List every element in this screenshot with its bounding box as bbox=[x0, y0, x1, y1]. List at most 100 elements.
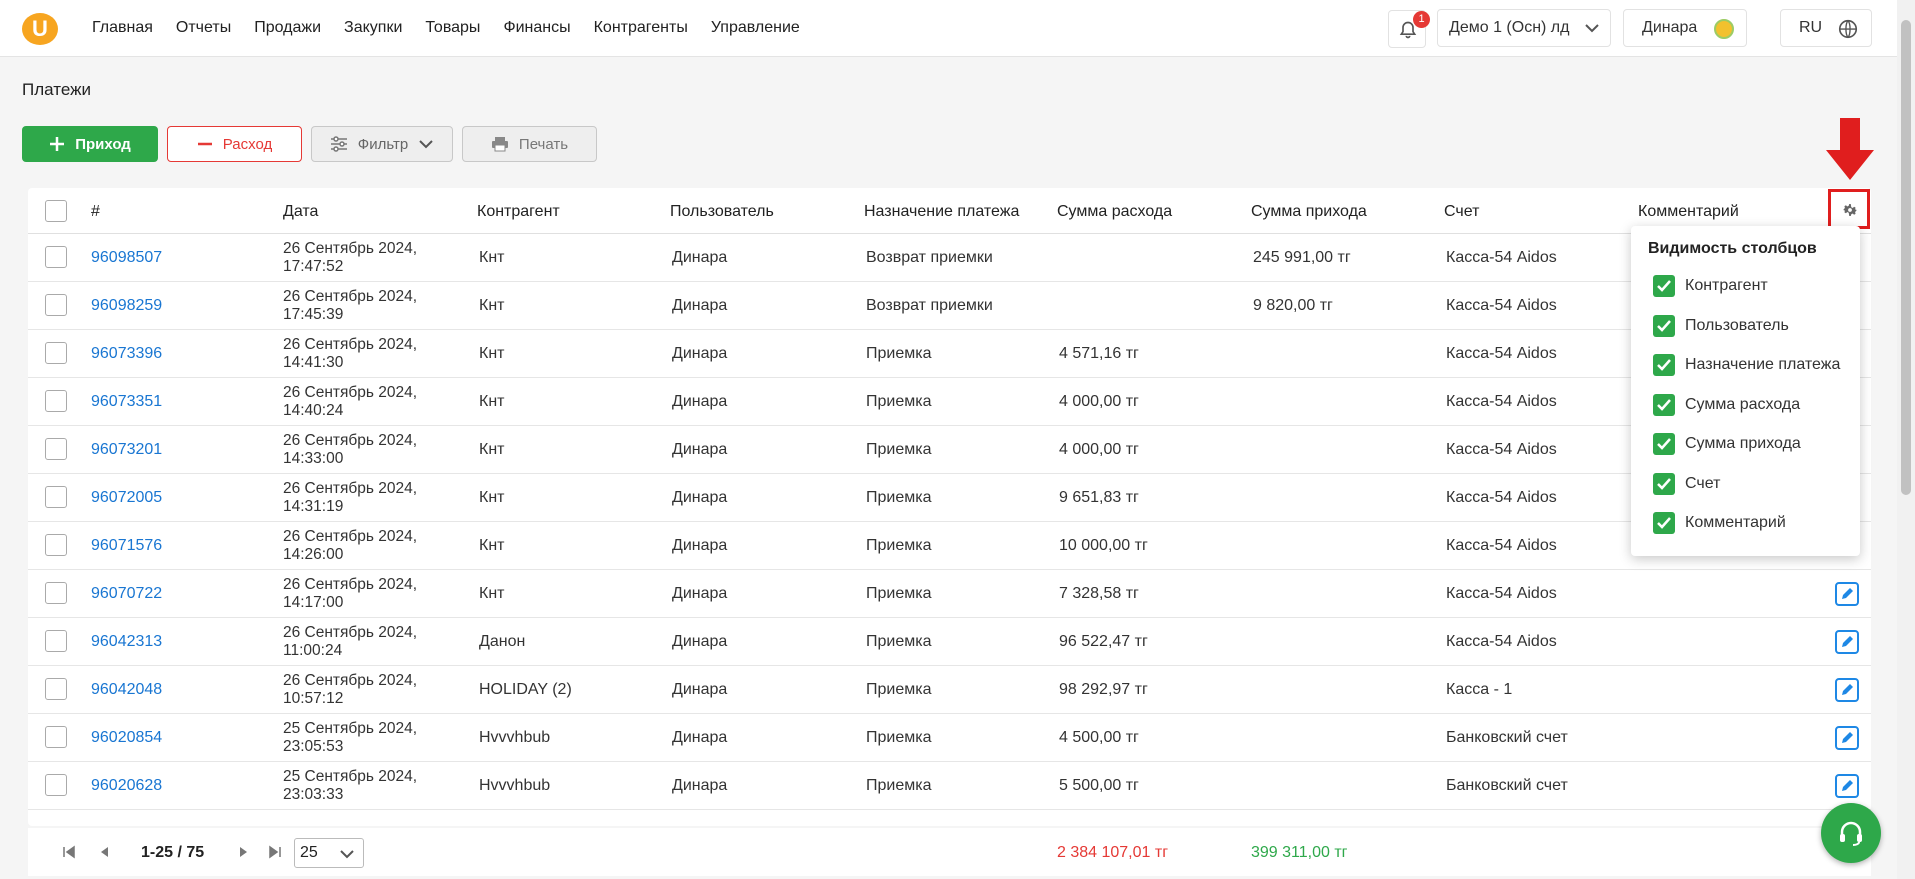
first-page-icon[interactable] bbox=[62, 845, 76, 859]
column-header-purpose[interactable]: Назначение платежа bbox=[864, 203, 1019, 221]
row-checkbox[interactable] bbox=[45, 390, 67, 412]
column-header-date[interactable]: Дата bbox=[283, 203, 318, 221]
column-toggle-checkbox[interactable] bbox=[1653, 512, 1675, 534]
page-scrollbar[interactable] bbox=[1897, 0, 1915, 879]
filter-button[interactable]: Фильтр bbox=[311, 126, 453, 162]
column-header-account[interactable]: Счет bbox=[1444, 203, 1479, 221]
last-page-icon[interactable] bbox=[268, 845, 282, 859]
edit-button[interactable] bbox=[1835, 582, 1859, 606]
account-cell: Касса-54 Aidos bbox=[1446, 585, 1557, 602]
add-income-button[interactable]: Приход bbox=[22, 126, 158, 162]
company-selector[interactable]: Демо 1 (Осн) лд bbox=[1437, 9, 1611, 47]
column-toggle-checkbox[interactable] bbox=[1653, 275, 1675, 297]
contractor-cell: Данон bbox=[479, 633, 526, 650]
row-checkbox[interactable] bbox=[45, 246, 67, 268]
column-toggle-label: Сумма расхода bbox=[1685, 395, 1801, 413]
payment-id-link[interactable]: 96042048 bbox=[91, 681, 162, 699]
row-checkbox[interactable] bbox=[45, 678, 67, 700]
column-toggle-checkbox[interactable] bbox=[1653, 393, 1675, 416]
edit-button[interactable] bbox=[1835, 774, 1859, 798]
payment-id-link[interactable]: 96098259 bbox=[91, 297, 162, 315]
payment-id-link[interactable]: 96072005 bbox=[91, 489, 162, 507]
page-size-select[interactable]: 25 bbox=[294, 838, 364, 868]
column-toggle-item[interactable]: Счет bbox=[1653, 472, 1720, 496]
column-toggle-item[interactable]: Пользователь bbox=[1653, 314, 1789, 338]
pencil-icon bbox=[1842, 684, 1853, 695]
column-toggle-label: Счет bbox=[1685, 474, 1721, 492]
column-toggle-label: Сумма прихода bbox=[1685, 435, 1801, 452]
purpose-cell: Возврат приемки bbox=[866, 297, 993, 314]
nav-item-sales[interactable]: Продажи bbox=[254, 19, 321, 37]
nav-item-reports[interactable]: Отчеты bbox=[176, 19, 231, 37]
column-toggle-item[interactable]: Сумма прихода bbox=[1653, 432, 1801, 456]
main-nav: Главная Отчеты Продажи Закупки Товары Фи… bbox=[92, 19, 800, 37]
payment-id-link[interactable]: 96098507 bbox=[91, 249, 162, 267]
scrollbar-thumb[interactable] bbox=[1901, 20, 1911, 495]
column-toggle-checkbox[interactable] bbox=[1653, 314, 1675, 337]
column-toggle-checkbox[interactable] bbox=[1653, 472, 1675, 495]
payment-id-link[interactable]: 96020854 bbox=[91, 729, 162, 747]
expense-cell: 98 292,97 тг bbox=[1059, 681, 1148, 698]
column-toggle-item[interactable]: Комментарий bbox=[1653, 511, 1786, 535]
add-expense-button[interactable]: Расход bbox=[167, 126, 302, 162]
payment-id-link[interactable]: 96073201 bbox=[91, 441, 162, 459]
payment-time-line: 14:17:00 bbox=[283, 594, 344, 611]
column-header-expense[interactable]: Сумма расхода bbox=[1057, 203, 1172, 221]
nav-item-home[interactable]: Главная bbox=[92, 19, 153, 37]
user-cell: Динара bbox=[672, 441, 728, 458]
column-header-user[interactable]: Пользователь bbox=[670, 203, 774, 221]
contractor-cell: Кнт bbox=[479, 297, 505, 314]
user-cell: Динара bbox=[672, 777, 728, 794]
language-selector[interactable]: RU bbox=[1780, 9, 1872, 47]
column-toggle-checkbox[interactable] bbox=[1653, 354, 1675, 376]
payment-date-line: 26 Сентябрь 2024, bbox=[283, 288, 418, 305]
column-toggle-checkbox[interactable] bbox=[1653, 433, 1675, 455]
table-row: 96070722 26 Сентябрь 2024, 14:17:00 Кнт Дина… bbox=[28, 570, 1871, 618]
payment-id-link[interactable]: 96073351 bbox=[91, 393, 162, 411]
payment-date: 26 Сентябрь 2024, 14:40:24 bbox=[283, 384, 417, 420]
nav-item-purchases[interactable]: Закупки bbox=[344, 19, 402, 37]
payment-date-line: 26 Сентябрь 2024, bbox=[283, 240, 418, 257]
nav-item-management[interactable]: Управление bbox=[711, 19, 800, 37]
row-checkbox[interactable] bbox=[45, 630, 67, 652]
checkmark-icon bbox=[1657, 359, 1671, 371]
row-checkbox[interactable] bbox=[45, 294, 67, 316]
user-menu[interactable]: Динара bbox=[1623, 9, 1747, 47]
income-cell: 9 820,00 тг bbox=[1253, 297, 1333, 314]
edit-button[interactable] bbox=[1835, 630, 1859, 654]
row-checkbox[interactable] bbox=[45, 486, 67, 508]
prev-page-icon[interactable] bbox=[98, 845, 110, 859]
row-checkbox[interactable] bbox=[45, 726, 67, 748]
column-header-comment[interactable]: Комментарий bbox=[1638, 203, 1739, 221]
edit-button[interactable] bbox=[1835, 726, 1859, 750]
column-toggle-item[interactable]: Сумма расхода bbox=[1653, 393, 1800, 417]
payment-id-link[interactable]: 96020628 bbox=[91, 777, 162, 795]
column-header-contractor[interactable]: Контрагент bbox=[477, 203, 560, 221]
row-checkbox[interactable] bbox=[45, 582, 67, 604]
row-checkbox[interactable] bbox=[45, 774, 67, 796]
plus-icon bbox=[50, 137, 65, 151]
payment-id-link[interactable]: 96042313 bbox=[91, 633, 162, 651]
nav-item-finance[interactable]: Финансы bbox=[503, 19, 570, 37]
print-button[interactable]: Печать bbox=[462, 126, 597, 162]
row-checkbox[interactable] bbox=[45, 342, 67, 364]
column-toggle-item[interactable]: Назначение платежа bbox=[1653, 353, 1840, 377]
nav-item-products[interactable]: Товары bbox=[425, 19, 480, 37]
column-settings-button[interactable] bbox=[1828, 189, 1870, 229]
notifications-button[interactable]: 1 bbox=[1388, 10, 1430, 48]
next-page-icon[interactable] bbox=[238, 845, 250, 859]
row-checkbox[interactable] bbox=[45, 438, 67, 460]
support-chat-button[interactable] bbox=[1821, 803, 1881, 863]
select-all-checkbox[interactable] bbox=[45, 200, 67, 222]
payment-id-link[interactable]: 96073396 bbox=[91, 345, 162, 363]
column-header-income[interactable]: Сумма прихода bbox=[1251, 203, 1367, 221]
column-toggle-item[interactable]: Контрагент bbox=[1653, 274, 1768, 298]
purpose-cell: Приемка bbox=[866, 633, 932, 650]
payment-id-link[interactable]: 96071576 bbox=[91, 537, 162, 555]
column-header-id[interactable]: # bbox=[91, 203, 100, 221]
app-logo[interactable]: U bbox=[22, 13, 58, 45]
edit-button[interactable] bbox=[1835, 678, 1859, 702]
row-checkbox[interactable] bbox=[45, 534, 67, 556]
payment-id-link[interactable]: 96070722 bbox=[91, 585, 162, 603]
nav-item-contractors[interactable]: Контрагенты bbox=[594, 19, 688, 37]
